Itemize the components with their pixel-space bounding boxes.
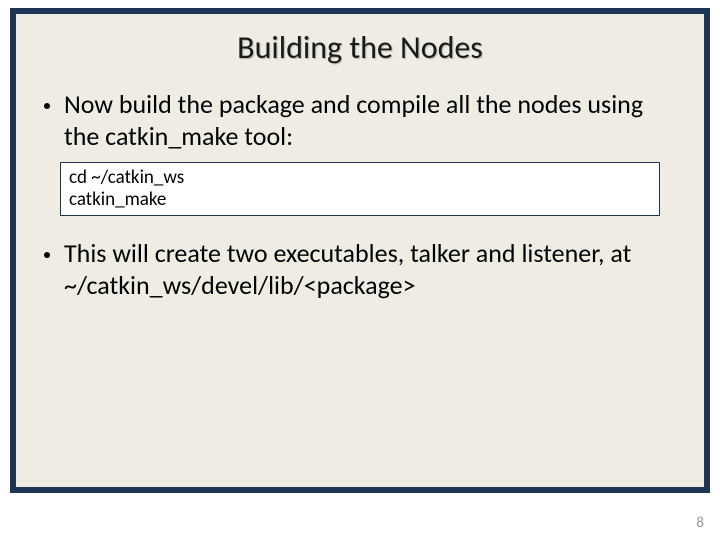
slide-content: Now build the package and compile all th… [16, 89, 704, 302]
bullet-text: Now build the package and compile all th… [64, 89, 678, 152]
slide-frame: Building the Nodes Now build the package… [10, 8, 710, 493]
code-line: catkin_make [69, 189, 651, 211]
bullet-item: This will create two executables, talker… [42, 238, 678, 301]
code-line: cd ~/catkin_ws [69, 167, 651, 189]
bullet-dot-icon [44, 103, 50, 109]
slide-inner: Building the Nodes Now build the package… [16, 14, 704, 487]
bullet-dot-icon [44, 252, 50, 258]
page-number: 8 [696, 514, 704, 532]
code-box: cd ~/catkin_ws catkin_make [60, 162, 660, 216]
bullet-item: Now build the package and compile all th… [42, 89, 678, 152]
bullet-text: This will create two executables, talker… [64, 238, 678, 301]
slide-title: Building the Nodes [16, 28, 704, 67]
